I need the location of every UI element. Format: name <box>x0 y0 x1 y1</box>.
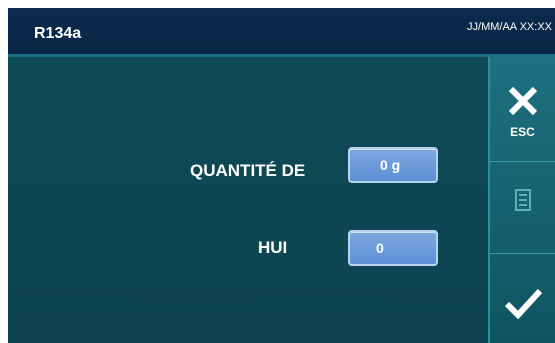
oil-label: HUI <box>258 238 288 257</box>
divider <box>490 161 555 162</box>
document-icon <box>514 188 532 216</box>
check-icon <box>503 287 543 324</box>
screen: R134a JJ/MM/AA XX:XX QUANTITÉ DE 0 g HUI… <box>0 0 555 343</box>
esc-button[interactable]: ESC <box>490 71 555 151</box>
divider <box>490 253 555 254</box>
quantity-label: QUANTITÉ DE <box>190 161 306 180</box>
confirm-button[interactable] <box>490 267 555 343</box>
refrigerant-title: R134a <box>34 25 82 42</box>
quantity-value: 0 g <box>380 157 401 173</box>
main-panel <box>8 57 488 343</box>
close-icon <box>506 84 540 123</box>
side-toolbar: ESC <box>488 57 555 343</box>
oil-value: 0 <box>376 240 384 256</box>
header-bar: R134a JJ/MM/AA XX:XX <box>8 8 555 57</box>
oil-value-button[interactable]: 0 <box>348 230 438 266</box>
quantity-value-button[interactable]: 0 g <box>348 147 438 183</box>
document-button[interactable] <box>490 177 555 227</box>
datetime-display: JJ/MM/AA XX:XX <box>467 21 552 33</box>
esc-label: ESC <box>510 124 535 139</box>
